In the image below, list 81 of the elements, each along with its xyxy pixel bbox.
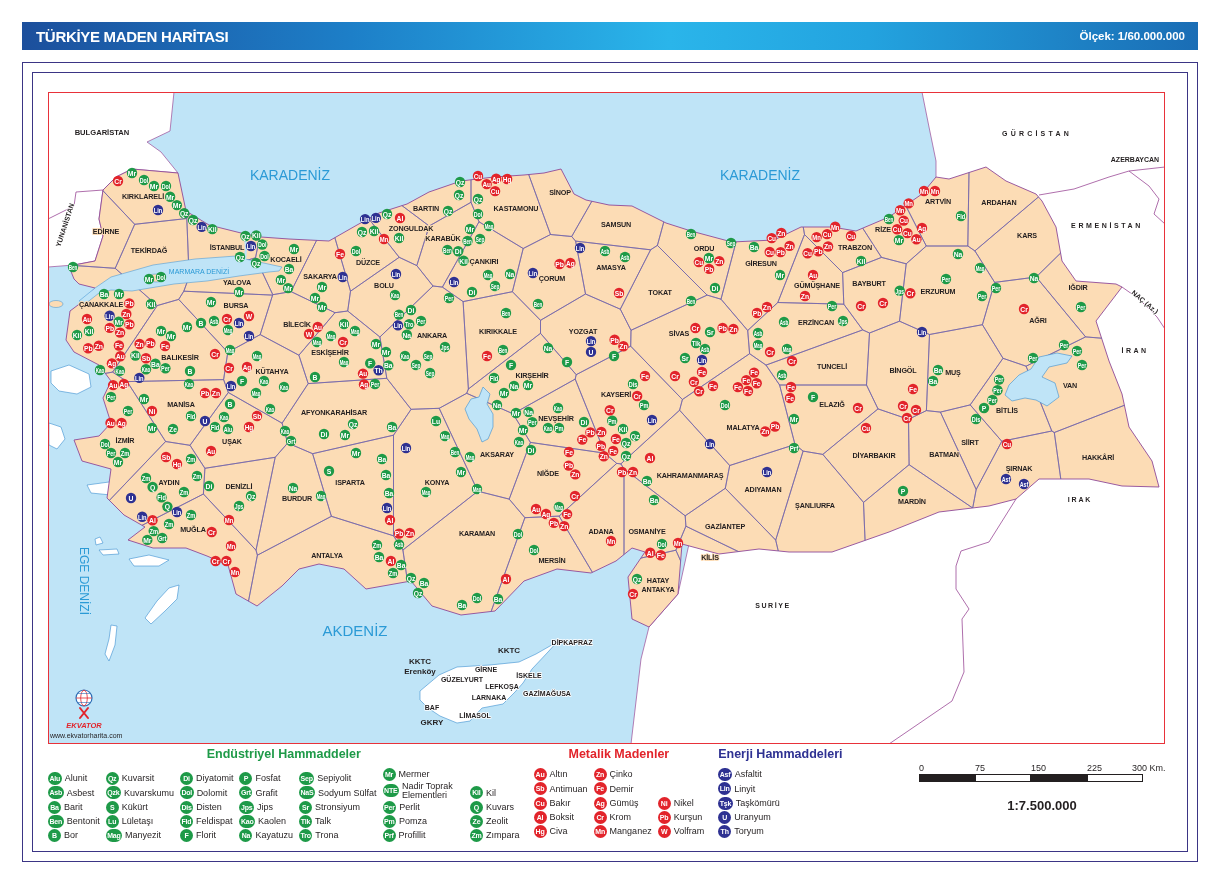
island	[94, 536, 104, 546]
legend-heading: Endüstriyel Hammaddeler	[205, 747, 362, 762]
legend-label: Kükürt	[121, 802, 148, 812]
legend-label: Feldispat	[195, 817, 233, 826]
legend-label: Talk	[315, 817, 331, 826]
legend-label: Kuvarskumu	[123, 788, 174, 798]
legend-label: Boksit	[549, 813, 575, 822]
legend-label: Trona	[315, 831, 339, 840]
region-label: GKRY	[420, 717, 444, 727]
legend-label: Manyezit	[125, 831, 162, 840]
legend-label: Taşkömürü	[735, 798, 780, 808]
legend-label: Lületaşı	[121, 817, 154, 826]
legend-label: Bentonit	[66, 817, 100, 826]
legend-label: Jips	[256, 802, 273, 812]
legend-label: Kurşun	[673, 813, 703, 822]
legend-label: Dolomit	[196, 788, 228, 798]
island	[128, 554, 170, 567]
legend-label: Disten	[196, 802, 222, 812]
island	[98, 548, 120, 556]
legend-label: Antimuan	[549, 784, 588, 794]
globe-logo-icon	[75, 689, 93, 719]
legend-label: Bor	[64, 831, 78, 840]
legend-label: Barit	[64, 802, 83, 812]
legend-label: Kuvarsit	[121, 774, 155, 783]
legend-label: Mermer	[398, 770, 430, 779]
legend-label: Nadir Toprak Elementleri	[401, 782, 454, 800]
legend-label: Asbest	[66, 788, 95, 798]
legend-label: Çinko	[609, 770, 633, 779]
legend-label: Gümüş	[609, 798, 639, 808]
scale-label: 75	[975, 763, 985, 773]
legend-label: Bakır	[549, 798, 571, 808]
island	[104, 624, 118, 662]
island	[144, 584, 180, 625]
legend-label: Manganez	[609, 827, 652, 836]
legend-label: Pomza	[399, 817, 428, 826]
legend-label: Grafit	[255, 788, 278, 798]
legend-label: Zeolit	[485, 817, 508, 826]
legend-label: Altın	[549, 770, 568, 779]
legend-label: Perlit	[399, 802, 420, 812]
legend-label: Civa	[549, 827, 568, 836]
legend-label: Kuvars	[485, 802, 514, 812]
sea-label: KARADENİZ	[249, 167, 331, 183]
legend-label: Volfram	[673, 827, 705, 836]
legend-label: Uranyum	[734, 813, 771, 822]
legend-label: Fosfat	[255, 774, 281, 783]
sea-label: KARADENİZ	[719, 167, 801, 183]
scale-label: 225	[1087, 763, 1103, 773]
legend-label: Zımpara	[486, 831, 520, 840]
legend-label: Diyatomit	[195, 774, 234, 783]
island	[50, 364, 92, 395]
legend-label: Kil	[485, 788, 496, 798]
scale-label: 150	[1031, 763, 1047, 773]
legend-label: Nikel	[673, 798, 694, 808]
region-label: KKTC	[497, 645, 521, 655]
legend-label: Asfaltit	[734, 770, 762, 779]
legend-label: Sepiyolit	[317, 774, 352, 783]
sea-label: EGE DENİZİ	[77, 547, 91, 615]
scale-label: 300 Km.	[1132, 763, 1166, 773]
legend-label: Kayatuzu	[255, 831, 293, 840]
legend-label: Profillit	[398, 831, 426, 840]
legend-label: Alunit	[64, 774, 88, 783]
island	[48, 300, 64, 308]
legend-label: Sodyum Sülfat	[318, 788, 377, 798]
legend-label: Florit	[195, 831, 216, 840]
country-border-line	[1121, 286, 1165, 330]
scale-ratio: 1:7.500.000	[1006, 798, 1078, 813]
sea-label: AKDENİZ	[322, 621, 388, 639]
legend-label: Stronsiyum	[315, 802, 360, 812]
legend-label: Linyit	[734, 784, 756, 794]
legend-label: Demir	[609, 784, 634, 794]
legend-heading: Metalik Madenler	[567, 747, 671, 762]
region-label: KKTC	[408, 656, 432, 666]
legend-heading: Enerji Hammaddeleri	[718, 747, 843, 762]
scale-label: 0	[919, 763, 924, 773]
legend-label: Toryum	[734, 827, 764, 836]
legend-label: Krom	[609, 813, 632, 822]
legend-label: Kaolen	[258, 817, 287, 826]
region-label: Erenköy	[404, 666, 436, 676]
map-title: TÜRKİYE MADEN HARİTASI	[36, 27, 229, 45]
scale-note: Ölçek: 1/60.000.000	[1079, 30, 1185, 42]
lake	[464, 386, 494, 443]
